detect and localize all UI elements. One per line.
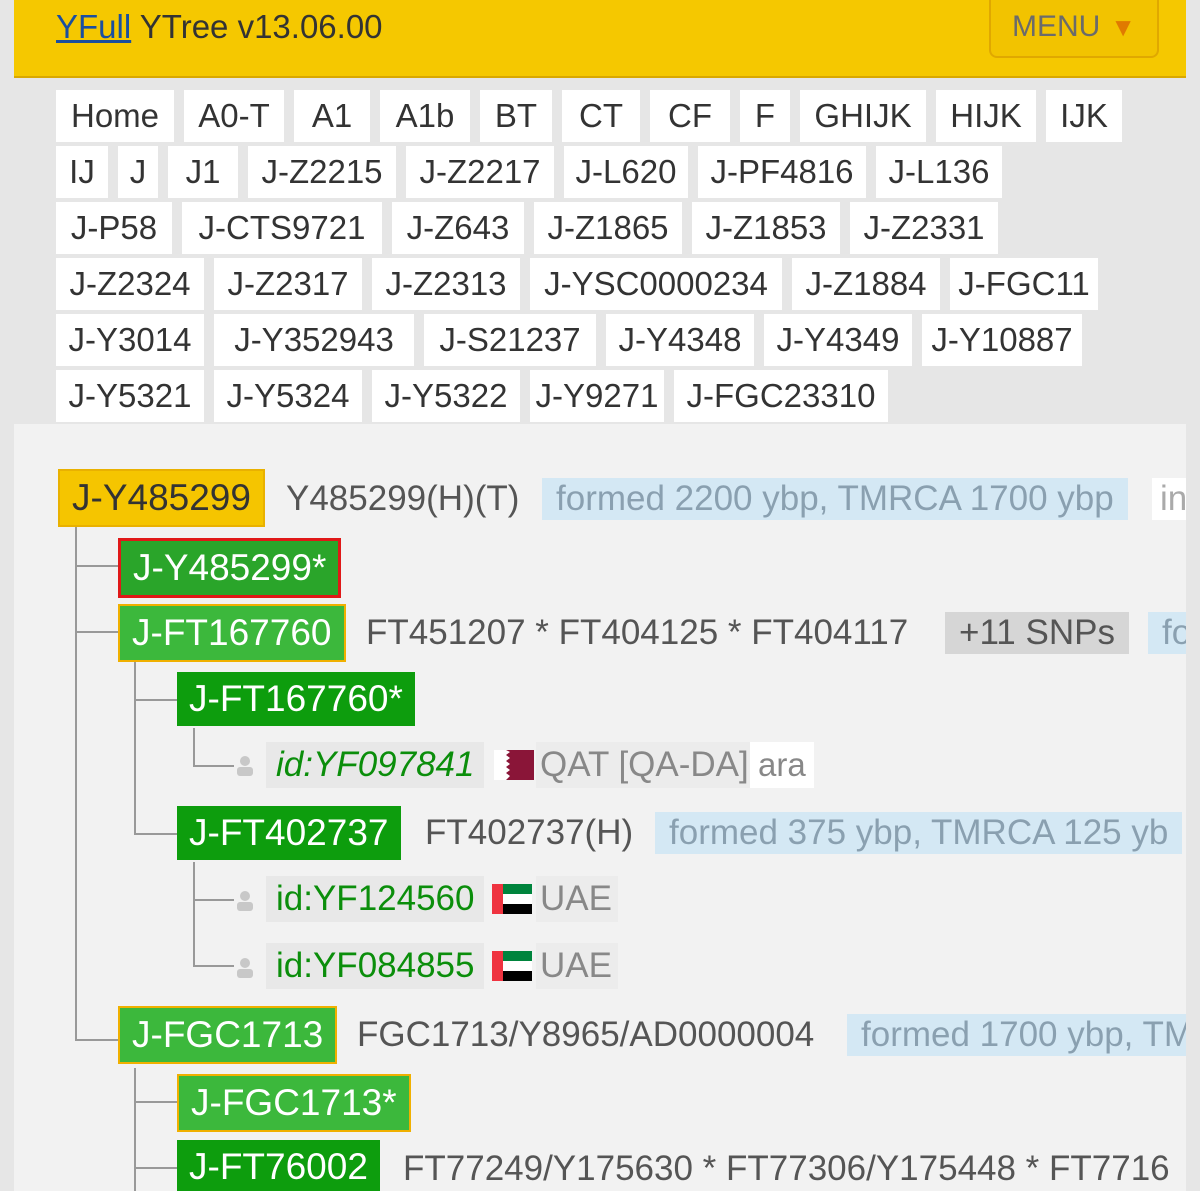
breadcrumb-chip[interactable]: Home (56, 90, 174, 142)
breadcrumb-chip[interactable]: J-Z1853 (692, 202, 840, 254)
breadcrumb-chip[interactable]: J-L620 (564, 146, 688, 198)
snp-count-badge[interactable]: +11 SNPs (945, 612, 1129, 654)
tree-panel: J-Y485299 Y485299(H)(T) formed 2200 ybp,… (14, 424, 1186, 1191)
breadcrumb-chip[interactable]: J-Z2317 (214, 258, 362, 310)
breadcrumb-chip[interactable]: A0-T (184, 90, 284, 142)
sample-language: ara (750, 742, 814, 788)
breadcrumb-chip[interactable]: J-Y352943 (214, 314, 414, 366)
breadcrumb-chip[interactable]: J-Z2313 (372, 258, 520, 310)
site-brand: YFull YTree v13.06.00 (56, 8, 383, 46)
breadcrumb-chip[interactable]: J-Z2217 (406, 146, 554, 198)
breadcrumb-chip[interactable]: CT (562, 90, 640, 142)
person-icon (237, 958, 253, 978)
breadcrumb-chip[interactable]: GHIJK (800, 90, 926, 142)
breadcrumb-chip[interactable]: IJ (56, 146, 108, 198)
node-j-ft76002[interactable]: J-FT76002 (177, 1140, 380, 1191)
breadcrumb-chip[interactable]: J-Z2324 (56, 258, 204, 310)
qatar-flag-icon (494, 750, 534, 780)
breadcrumb-chip[interactable]: A1 (294, 90, 370, 142)
breadcrumb-chip[interactable]: J-Y3014 (56, 314, 204, 366)
node-j-ft167760-star[interactable]: J-FT167760* (177, 672, 415, 726)
node-j-fgc1713[interactable]: J-FGC1713 (118, 1006, 338, 1064)
breadcrumb-chip[interactable]: BT (480, 90, 552, 142)
sample-id[interactable]: id:YF097841 (266, 742, 485, 788)
breadcrumb-chip[interactable]: A1b (380, 90, 470, 142)
breadcrumb-chip[interactable]: CF (650, 90, 730, 142)
node-j-fgc1713-snp: FGC1713/Y8965/AD0000004 (357, 1015, 815, 1054)
node-j-ft402737-formed: formed 375 ybp, TMRCA 125 yb (655, 812, 1183, 854)
breadcrumb-chip[interactable]: J-PF4816 (698, 146, 866, 198)
breadcrumb-chip[interactable]: J-Y5322 (372, 370, 520, 422)
node-j-y485299[interactable]: J-Y485299 (58, 469, 265, 527)
breadcrumb-chip[interactable]: J-Z1884 (792, 258, 940, 310)
breadcrumb-chip[interactable]: J-Y10887 (922, 314, 1082, 366)
breadcrumb-chip[interactable]: J (118, 146, 158, 198)
person-icon (237, 756, 253, 776)
breadcrumb-chip[interactable]: J-Z2215 (248, 146, 396, 198)
breadcrumb-chip[interactable]: IJK (1046, 90, 1122, 142)
breadcrumb-chip[interactable]: J-P58 (56, 202, 172, 254)
breadcrumb-chip[interactable]: J-FGC11 (950, 258, 1098, 310)
sample-id[interactable]: id:YF084855 (266, 943, 485, 989)
sample-id[interactable]: id:YF124560 (266, 876, 485, 922)
node-j-y485299-info: in (1152, 478, 1186, 520)
node-j-ft76002-snp: FT77249/Y175630 * FT77306/Y175448 * FT77… (403, 1149, 1170, 1188)
breadcrumb-chip[interactable]: J-CTS9721 (182, 202, 382, 254)
ytree-version: YTree v13.06.00 (139, 8, 383, 45)
node-j-y485299-star[interactable]: J-Y485299* (118, 538, 342, 598)
yfull-link[interactable]: YFull (56, 8, 131, 45)
node-j-fgc1713-formed: formed 1700 ybp, TM (847, 1014, 1186, 1056)
node-j-y485299-snp: Y485299(H)(T) (286, 479, 520, 518)
node-j-ft167760[interactable]: J-FT167760 (118, 604, 346, 662)
uae-flag-icon (492, 884, 532, 914)
breadcrumb-chip[interactable]: J-Y5321 (56, 370, 204, 422)
node-j-ft167760-snp: FT451207 * FT404125 * FT404117 (366, 613, 909, 652)
person-icon (237, 891, 253, 911)
breadcrumb-chip[interactable]: J-Z1865 (534, 202, 682, 254)
breadcrumb-chip[interactable]: J-Z2331 (850, 202, 998, 254)
breadcrumb-chip[interactable]: J-Z643 (392, 202, 524, 254)
breadcrumb-chip[interactable]: J-Y4349 (764, 314, 912, 366)
sample-country: UAE (536, 876, 618, 922)
breadcrumb-chip[interactable]: J-Y4348 (606, 314, 754, 366)
menu-button[interactable]: MENU ▼ (989, 0, 1159, 58)
menu-label: MENU (1011, 10, 1101, 43)
site-header: YFull YTree v13.06.00 MENU ▼ (14, 0, 1186, 78)
breadcrumb-chip[interactable]: J-Y5324 (214, 370, 362, 422)
node-j-ft402737-snp: FT402737(H) (425, 813, 634, 852)
breadcrumb-chip[interactable]: J-L136 (876, 146, 1002, 198)
breadcrumb-chip[interactable]: J-YSC0000234 (530, 258, 782, 310)
breadcrumb-chip[interactable]: F (740, 90, 790, 142)
breadcrumb-chip[interactable]: J-FGC23310 (674, 370, 888, 422)
sample-country: UAE (536, 943, 618, 989)
breadcrumb-chip[interactable]: J1 (168, 146, 238, 198)
node-j-y485299-formed: formed 2200 ybp, TMRCA 1700 ybp (542, 478, 1128, 520)
breadcrumb-chip[interactable]: J-S21237 (424, 314, 596, 366)
node-j-ft402737[interactable]: J-FT402737 (177, 806, 401, 860)
breadcrumb-chip[interactable]: J-Y9271 (530, 370, 664, 422)
breadcrumb-chip[interactable]: HIJK (936, 90, 1036, 142)
node-j-ft167760-formed: fo (1148, 612, 1186, 654)
sample-country: QAT [QA-DA] (536, 742, 755, 788)
uae-flag-icon (492, 951, 532, 981)
menu-dropdown-icon: ▼ (1110, 12, 1137, 42)
node-j-fgc1713-star[interactable]: J-FGC1713* (177, 1074, 411, 1132)
